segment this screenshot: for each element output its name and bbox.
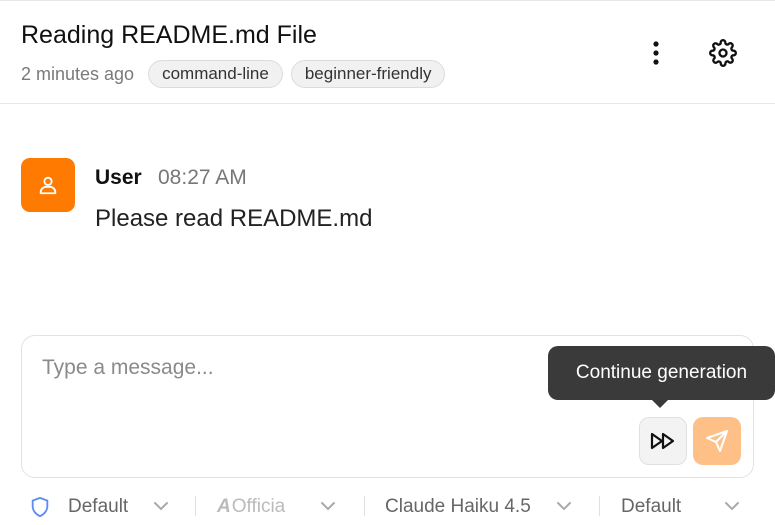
agent-select[interactable]: A Officia: [217, 494, 342, 520]
avatar: [21, 158, 75, 212]
mode-select[interactable]: Default: [621, 494, 745, 520]
chevron-down-icon: [154, 502, 168, 511]
fast-forward-icon: [650, 432, 675, 450]
user-icon: [39, 176, 57, 195]
divider: [599, 496, 600, 516]
tag-command-line[interactable]: command-line: [148, 60, 283, 88]
page-title: Reading README.md File: [21, 21, 317, 49]
message-text: Please read README.md: [95, 205, 373, 232]
permission-label: Default: [68, 496, 129, 517]
divider: [195, 496, 196, 516]
agent-label: Officia: [231, 496, 286, 517]
chat-header: Reading README.md File 2 minutes ago com…: [0, 0, 775, 104]
chevron-down-icon: [725, 502, 739, 511]
model-select[interactable]: Claude Haiku 4.5: [385, 494, 577, 520]
message-time: 08:27 AM: [158, 166, 247, 189]
model-label: Claude Haiku 4.5: [385, 496, 531, 517]
chevron-down-icon: [321, 502, 335, 511]
continue-generation-button[interactable]: [639, 417, 687, 465]
shield-icon: [31, 496, 49, 518]
send-button[interactable]: [693, 417, 741, 465]
gear-icon: [709, 39, 737, 67]
chat-meta: 2 minutes ago command-line beginner-frie…: [21, 60, 446, 88]
tag-beginner-friendly[interactable]: beginner-friendly: [290, 60, 446, 88]
continue-generation-tooltip: Continue generation: [548, 346, 775, 400]
mode-label: Default: [621, 496, 682, 517]
tooltip-arrow: [651, 399, 669, 408]
message-sender: User: [95, 166, 142, 189]
more-vertical-icon: [653, 41, 659, 65]
send-icon: [706, 430, 728, 452]
composer-options-bar: Default A Officia Claude Haiku 4.5 Defau…: [0, 488, 775, 525]
timestamp: 2 minutes ago: [21, 63, 135, 84]
agent-prefix: A: [217, 496, 231, 517]
permission-select[interactable]: Default: [29, 494, 174, 520]
message-input[interactable]: [42, 356, 542, 380]
settings-button[interactable]: [707, 37, 739, 69]
more-options-button[interactable]: [640, 37, 672, 69]
divider: [364, 496, 365, 516]
chevron-down-icon: [557, 502, 571, 511]
